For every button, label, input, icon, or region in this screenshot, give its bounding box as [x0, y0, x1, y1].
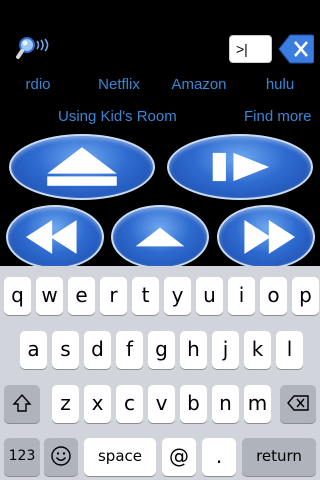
- key-e[interactable]: e: [68, 277, 95, 315]
- key-x[interactable]: x: [84, 385, 111, 423]
- up-button[interactable]: [111, 205, 209, 269]
- key-d[interactable]: d: [84, 331, 111, 369]
- key-y[interactable]: y: [164, 277, 191, 315]
- up-icon: [135, 227, 185, 247]
- key-v[interactable]: v: [148, 385, 175, 423]
- clear-x-icon[interactable]: [278, 34, 315, 64]
- key-c[interactable]: c: [116, 385, 143, 423]
- keyboard: q w e r t y u i o p a s d f g h j k l z …: [0, 266, 320, 480]
- eject-button[interactable]: [9, 134, 155, 200]
- service-netflix-link[interactable]: Netflix: [88, 76, 150, 96]
- fast-forward-icon: [244, 220, 296, 254]
- key-n[interactable]: n: [212, 385, 239, 423]
- service-hulu-link[interactable]: hulu: [255, 76, 305, 96]
- service-rdio-link[interactable]: rdio: [16, 76, 60, 96]
- eject-icon: [47, 147, 117, 186]
- fast-forward-button[interactable]: [217, 205, 315, 269]
- key-w[interactable]: w: [36, 277, 63, 315]
- dot-key[interactable]: .: [202, 438, 236, 476]
- at-key[interactable]: @: [162, 438, 196, 476]
- return-key[interactable]: return: [242, 438, 316, 476]
- rewind-icon: [25, 220, 77, 254]
- backspace-key[interactable]: [280, 385, 316, 423]
- key-h[interactable]: h: [180, 331, 207, 369]
- search-icon[interactable]: [16, 34, 52, 64]
- key-s[interactable]: s: [52, 331, 79, 369]
- shift-icon: [12, 393, 32, 412]
- key-k[interactable]: k: [244, 331, 271, 369]
- emoji-icon: [51, 446, 71, 466]
- emoji-key[interactable]: [44, 438, 78, 476]
- shift-key[interactable]: [4, 385, 40, 423]
- find-more-link[interactable]: Find more: [244, 108, 312, 128]
- text-input[interactable]: >|: [229, 35, 272, 63]
- play-icon: [212, 152, 270, 182]
- key-i[interactable]: i: [228, 277, 255, 315]
- key-a[interactable]: a: [20, 331, 47, 369]
- key-q[interactable]: q: [4, 277, 31, 315]
- key-z[interactable]: z: [52, 385, 79, 423]
- key-u[interactable]: u: [196, 277, 223, 315]
- key-r[interactable]: r: [100, 277, 127, 315]
- key-t[interactable]: t: [132, 277, 159, 315]
- space-key[interactable]: space: [84, 438, 156, 476]
- key-o[interactable]: o: [260, 277, 287, 315]
- kids-room-link[interactable]: Using Kid's Room: [58, 108, 177, 128]
- key-m[interactable]: m: [244, 385, 271, 423]
- key-p[interactable]: p: [292, 277, 319, 315]
- rewind-button[interactable]: [6, 205, 104, 269]
- key-f[interactable]: f: [116, 331, 143, 369]
- key-b[interactable]: b: [180, 385, 207, 423]
- numbers-key[interactable]: 123: [4, 438, 40, 476]
- key-j[interactable]: j: [212, 331, 239, 369]
- backspace-icon: [287, 395, 309, 411]
- service-amazon-link[interactable]: Amazon: [166, 76, 232, 96]
- key-g[interactable]: g: [148, 331, 175, 369]
- play-button[interactable]: [167, 134, 313, 200]
- key-l[interactable]: l: [276, 331, 303, 369]
